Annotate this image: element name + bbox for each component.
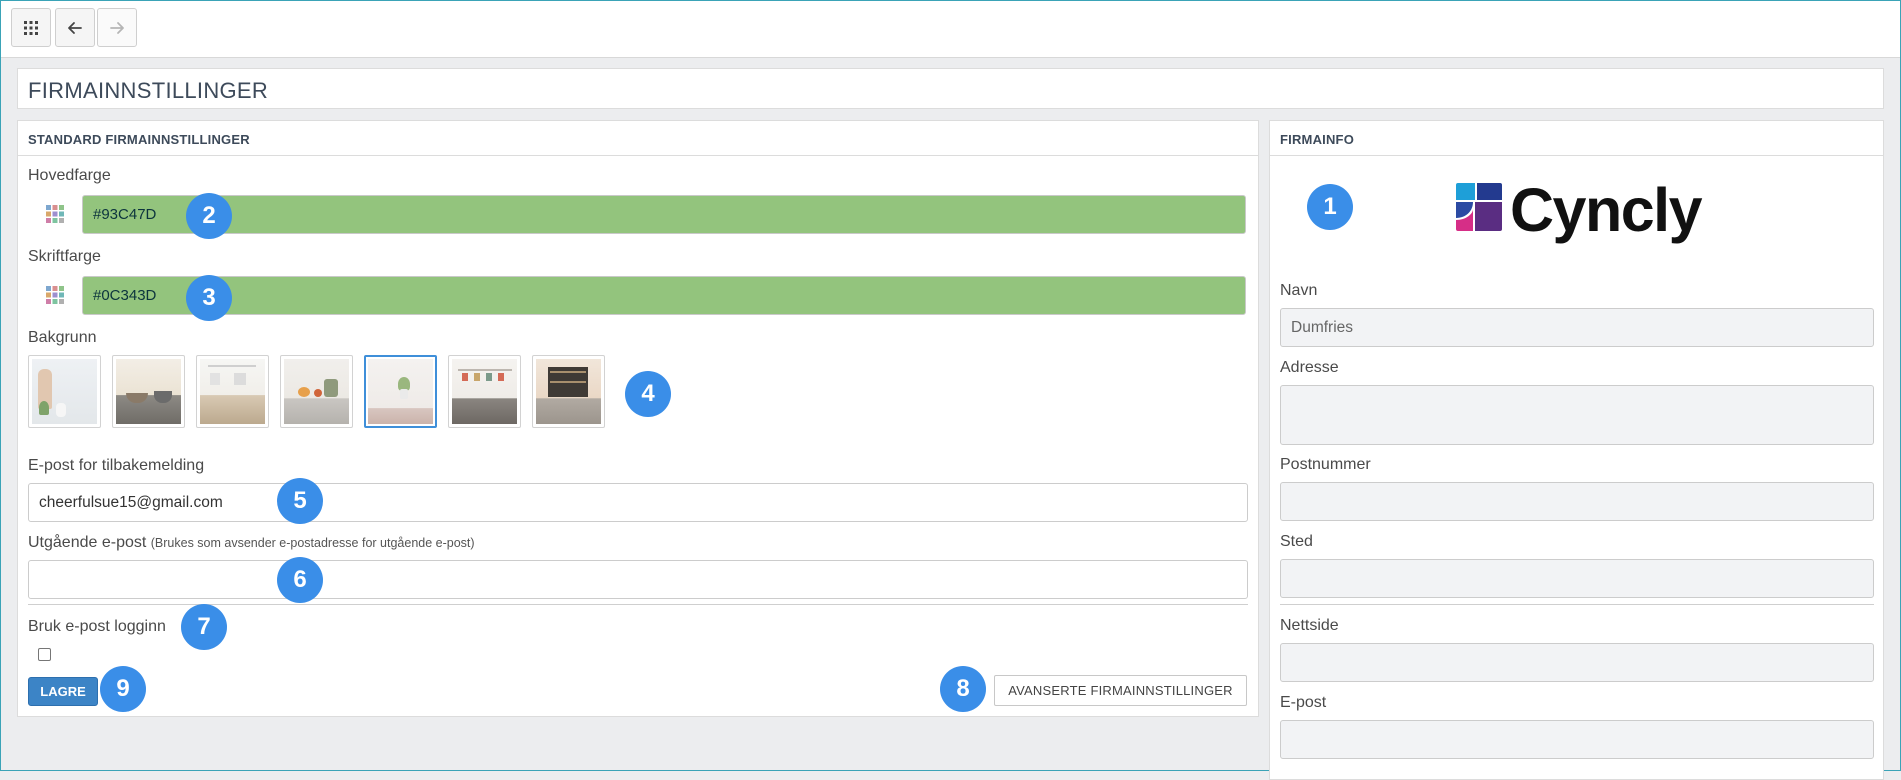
outgoing-email-label: Utgående e-post (Brukes som avsender e-p… (28, 534, 475, 552)
feedback-email-label: E-post for tilbakemelding (28, 457, 205, 474)
panel-header-title: FIRMAINFO (1280, 132, 1355, 147)
annotation-marker: 2 (186, 193, 232, 239)
advanced-settings-button[interactable]: AVANSERTE FIRMAINNSTILLINGER (994, 675, 1247, 706)
annotation-marker: 3 (186, 275, 232, 321)
background-thumbnail[interactable] (280, 355, 353, 428)
email-login-checkbox[interactable] (38, 648, 51, 661)
city-label: Sted (1280, 533, 1313, 550)
outgoing-email-hint: (Brukes som avsender e-postadresse for u… (150, 536, 475, 550)
address-input[interactable] (1280, 385, 1874, 445)
annotation-marker: 8 (940, 666, 986, 712)
postal-code-label: Postnummer (1280, 456, 1371, 473)
email-input[interactable] (1280, 720, 1874, 759)
annotation-marker: 7 (181, 604, 227, 650)
background-thumbnail-selected[interactable] (364, 355, 437, 428)
text-color-label: Skriftfarge (28, 248, 101, 265)
apps-grid-button[interactable] (11, 8, 51, 47)
website-input[interactable] (1280, 643, 1874, 682)
divider (1280, 604, 1874, 605)
annotation-marker: 9 (100, 666, 146, 712)
arrow-right-icon (110, 21, 124, 34)
website-label: Nettside (1280, 617, 1339, 634)
feedback-email-input[interactable]: cheerfulsue15@gmail.com (28, 483, 1248, 522)
email-login-label: Bruk e-post logginn (28, 618, 166, 635)
name-input[interactable]: Dumfries (1280, 308, 1874, 347)
company-logo: Cyncly (1454, 176, 1714, 244)
annotation-marker: 4 (625, 371, 671, 417)
annotation-marker: 1 (1307, 184, 1353, 230)
background-thumbnail[interactable] (532, 355, 605, 428)
outgoing-email-input[interactable] (28, 560, 1248, 599)
primary-color-input[interactable]: #93C47D (82, 195, 1246, 234)
arrow-left-icon (68, 21, 82, 34)
email-label: E-post (1280, 694, 1327, 711)
panel-header: STANDARD FIRMAINNSTILLINGER (18, 121, 1258, 156)
background-thumbnail[interactable] (196, 355, 269, 428)
top-toolbar (1, 1, 1900, 58)
cyncly-logo-mark-icon (1456, 183, 1502, 231)
save-button[interactable]: LAGRE (28, 677, 98, 706)
name-label: Navn (1280, 282, 1318, 299)
grid-icon (24, 20, 38, 35)
palette-icon[interactable] (45, 285, 65, 305)
postal-code-input[interactable] (1280, 482, 1874, 521)
outgoing-email-label-text: Utgående e-post (28, 534, 147, 551)
background-thumbnail[interactable] (112, 355, 185, 428)
text-color-input[interactable]: #0C343D (82, 276, 1246, 315)
page-title: FIRMAINNSTILLINGER (28, 78, 269, 103)
panel-header-title: STANDARD FIRMAINNSTILLINGER (28, 132, 250, 147)
background-thumbnail[interactable] (448, 355, 521, 428)
annotation-marker: 5 (277, 478, 323, 524)
palette-icon[interactable] (45, 204, 65, 224)
background-thumbnail[interactable] (28, 355, 101, 428)
annotation-marker: 6 (277, 557, 323, 603)
address-label: Adresse (1280, 359, 1339, 376)
panel-header: FIRMAINFO (1270, 121, 1883, 156)
back-button[interactable] (55, 8, 95, 47)
city-input[interactable] (1280, 559, 1874, 598)
logo-wordmark: Cyncly (1510, 176, 1703, 244)
primary-color-label: Hovedfarge (28, 167, 111, 184)
background-label: Bakgrunn (28, 329, 97, 346)
forward-button[interactable] (97, 8, 137, 47)
page-title-bar: FIRMAINNSTILLINGER (17, 68, 1884, 109)
